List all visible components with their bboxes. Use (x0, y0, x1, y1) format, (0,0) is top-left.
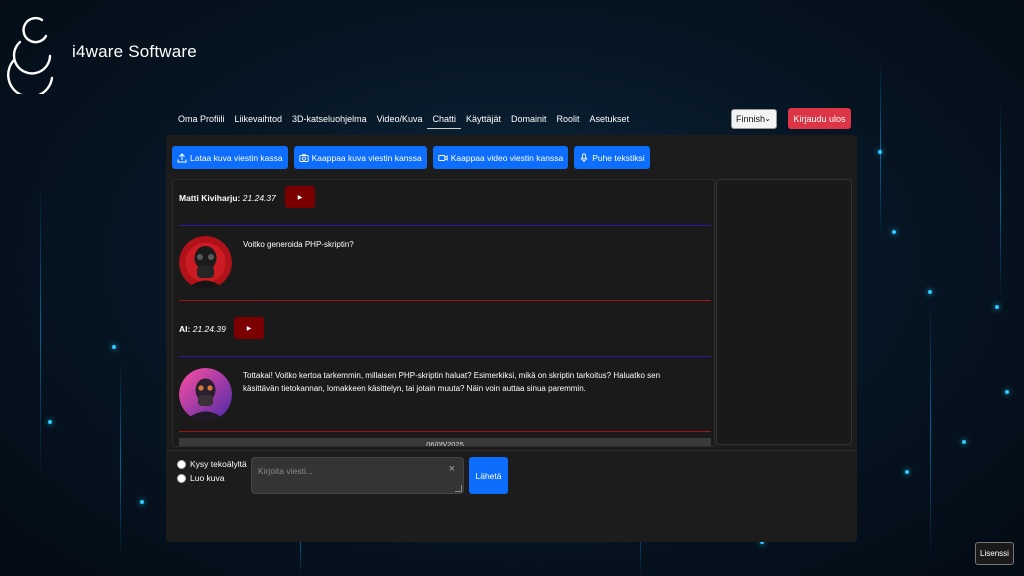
message-meta: AI: 21.24.39 (179, 324, 226, 334)
chevron-down-icon: ⌄ (764, 114, 771, 123)
radio-button[interactable] (177, 473, 186, 483)
chat-log[interactable]: Matti Kiviharju: 21.24.37 ▶ Voitko gener… (172, 179, 715, 447)
capture-photo-label: Kaappaa kuva viestin kanssa (311, 152, 422, 163)
radio-ask-ai[interactable]: Kysy tekoälyltä (177, 459, 247, 469)
divider (166, 450, 857, 451)
nav-item-revenue[interactable]: Liikevaihtod (230, 113, 288, 129)
message-input-placeholder: Kirjoita viesti... (258, 466, 313, 476)
upload-icon (177, 152, 187, 162)
upload-image-button[interactable]: Lataa kuva viestin kassa (172, 146, 288, 169)
message-author: Matti Kiviharju: (179, 193, 241, 203)
nav-item-3d-viewer[interactable]: 3D-katseluohjelma (287, 113, 372, 129)
avatar (179, 236, 232, 289)
message-author: AI: (179, 324, 191, 334)
media-toolbar: Lataa kuva viestin kassa Kaappaa kuva vi… (172, 146, 650, 169)
language-select-value: Finnish (736, 114, 766, 124)
radio-create-image-label: Luo kuva (190, 473, 225, 483)
nav-item-chat[interactable]: Chatti (427, 113, 461, 129)
message-text: Tottakai! Voitko kertoa tarkemmin, milla… (243, 371, 661, 393)
nav-item-settings[interactable]: Asetukset (585, 113, 635, 129)
play-icon: ▶ (297, 194, 303, 201)
play-icon: ▶ (246, 325, 252, 332)
logout-button[interactable]: Kirjaudu ulos (788, 108, 851, 129)
nav-item-domains[interactable]: Domainit (506, 113, 552, 129)
capture-photo-button[interactable]: Kaappaa kuva viestin kanssa (293, 146, 427, 169)
video-camera-icon (438, 154, 448, 161)
brand-title: i4ware Software (72, 42, 197, 61)
capture-video-button[interactable]: Kaappaa video viestin kanssa (432, 146, 569, 169)
microphone-icon (580, 152, 588, 162)
play-audio-button[interactable]: ▶ (234, 317, 264, 339)
camera-icon (298, 153, 309, 162)
divider (179, 225, 711, 226)
nav-item-roles[interactable]: Roolit (552, 113, 585, 129)
avatar (179, 368, 232, 421)
ai-avatar-icon (179, 368, 232, 421)
nav-item-video-image[interactable]: Video/Kuva (372, 113, 428, 129)
clear-icon[interactable]: × (449, 463, 455, 475)
resize-handle[interactable] (455, 485, 462, 492)
play-audio-button[interactable]: ▶ (285, 186, 315, 208)
speech-to-text-button[interactable]: Puhe tekstiksi (574, 146, 650, 169)
radio-button[interactable] (177, 459, 186, 469)
speech-to-text-label: Puhe tekstiksi (592, 152, 645, 163)
divider (179, 356, 711, 357)
upload-image-label: Lataa kuva viestin kassa (190, 152, 283, 163)
date-separator: 06/05/2025 (179, 438, 711, 446)
send-button[interactable]: Lähetä (469, 457, 508, 494)
logo-icon (7, 16, 54, 94)
divider (179, 431, 711, 432)
message-time: 21.24.37 (242, 193, 276, 203)
message-meta: Matti Kiviharju: 21.24.37 (179, 193, 276, 203)
license-button[interactable]: Lisenssi (975, 542, 1014, 565)
language-select[interactable]: Finnish ⌄ (731, 109, 777, 129)
radio-ask-ai-label: Kysy tekoälyltä (190, 459, 247, 469)
nav-item-users[interactable]: Käyttäjät (461, 113, 506, 129)
main-nav: Oma Profiili Liikevaihtod 3D-katseluohje… (178, 113, 634, 129)
message-time: 21.24.39 (192, 324, 226, 334)
divider (179, 300, 711, 301)
user-avatar-icon (179, 236, 232, 289)
message-text: Voitko generoida PHP-skriptin? (243, 240, 354, 249)
capture-video-label: Kaappaa video viestin kanssa (450, 152, 564, 163)
message-input[interactable]: Kirjoita viesti... × (251, 457, 464, 494)
nav-item-profile[interactable]: Oma Profiili (178, 113, 230, 129)
radio-create-image[interactable]: Luo kuva (177, 473, 225, 483)
side-panel (716, 179, 852, 445)
